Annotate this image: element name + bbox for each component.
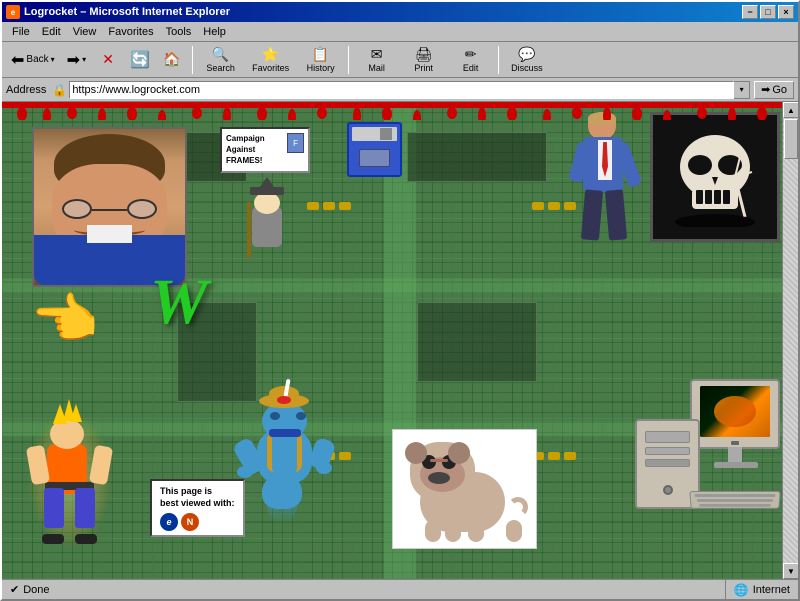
history-icon: 📋	[312, 46, 329, 63]
computer-image	[635, 379, 780, 509]
internet-zone-icon: 🌐	[734, 583, 749, 597]
stop-button[interactable]: ✕	[93, 46, 123, 74]
favorites-label: Favorites	[252, 63, 289, 73]
scroll-down-button[interactable]: ▼	[783, 563, 798, 579]
address-dropdown-button[interactable]: ▾	[734, 81, 750, 99]
bill-gates-photo	[32, 127, 187, 287]
window-controls: − □ ×	[742, 5, 794, 19]
businessman-figure	[578, 112, 633, 242]
go-button[interactable]: ➡ Go	[754, 81, 794, 99]
menu-bar: File Edit View Favorites Tools Help	[2, 22, 798, 42]
w-letter: W	[150, 266, 208, 338]
mail-label: Mail	[368, 63, 385, 73]
window-title: Logrocket – Microsoft Internet Explorer	[24, 6, 742, 18]
address-input[interactable]	[69, 81, 734, 99]
history-label: History	[307, 63, 335, 73]
status-done-label: Done	[23, 584, 49, 596]
campaign-subtitle: FRAMES!	[226, 155, 284, 166]
favorites-icon: ⭐	[262, 46, 279, 63]
search-label: Search	[206, 63, 235, 73]
search-icon: 🔍	[212, 46, 229, 63]
vertical-scrollbar[interactable]: ▲ ▼	[782, 102, 798, 579]
pointing-hand-icon: 👉	[32, 287, 100, 352]
title-bar: e Logrocket – Microsoft Internet Explore…	[2, 2, 798, 22]
menu-edit[interactable]: Edit	[36, 24, 67, 40]
print-icon: 🖨	[415, 46, 433, 63]
toolbar-separator-2	[348, 46, 349, 74]
address-bar: Address 🔒 ▾ ➡ Go	[2, 78, 798, 102]
content-area: Campaign Against FRAMES! F	[2, 102, 798, 579]
edit-button[interactable]: ✏ Edit	[448, 46, 493, 74]
pointing-hand-image: 👉	[32, 287, 100, 352]
back-label: Back	[26, 54, 48, 65]
green-w-letter: W	[150, 270, 208, 335]
menu-help[interactable]: Help	[197, 24, 232, 40]
back-icon: ⬅	[11, 50, 24, 70]
search-button[interactable]: 🔍 Search	[198, 46, 243, 74]
status-text: ✔ Done	[2, 580, 726, 599]
viewed-with-badge: This page is best viewed with: e N	[150, 479, 245, 537]
dbz-character	[32, 414, 107, 544]
toolbar-separator-1	[192, 46, 193, 74]
go-label: Go	[772, 84, 787, 96]
campaign-against-frames: Campaign Against FRAMES! F	[220, 127, 310, 173]
menu-tools[interactable]: Tools	[160, 24, 198, 40]
mail-icon: ✉	[371, 46, 383, 63]
forward-icon: ➡	[67, 50, 80, 70]
home-button[interactable]: 🏠	[157, 46, 187, 74]
scroll-thumb[interactable]	[784, 119, 798, 159]
skull-image	[650, 112, 780, 242]
address-label: Address	[6, 84, 46, 96]
window-icon: e	[6, 5, 20, 19]
print-button[interactable]: 🖨 Print	[401, 46, 446, 74]
maximize-button[interactable]: □	[760, 5, 776, 19]
forward-dropdown-arrow[interactable]: ▾	[82, 55, 86, 64]
scroll-up-button[interactable]: ▲	[783, 102, 798, 118]
campaign-title: Campaign Against	[226, 133, 284, 155]
favorites-button[interactable]: ⭐ Favorites	[245, 46, 296, 74]
genie-character	[247, 394, 327, 524]
menu-view[interactable]: View	[67, 24, 103, 40]
go-arrow-icon: ➡	[761, 83, 770, 96]
history-button[interactable]: 📋 History	[298, 46, 343, 74]
minimize-button[interactable]: −	[742, 5, 758, 19]
back-dropdown-arrow[interactable]: ▾	[51, 55, 55, 64]
viewed-line2: best viewed with:	[160, 497, 235, 510]
floppy-disk	[347, 122, 402, 177]
discuss-icon: 💬	[518, 46, 535, 63]
toolbar-separator-3	[498, 46, 499, 74]
edit-icon: ✏	[465, 46, 477, 63]
back-button[interactable]: ⬅ Back ▾	[6, 46, 60, 74]
print-label: Print	[414, 63, 433, 73]
page-icon: 🔒	[52, 83, 67, 97]
scroll-track[interactable]	[783, 118, 798, 563]
toolbar: ⬅ Back ▾ ➡ ▾ ✕ 🔄 🏠 🔍 Search ⭐ Favorites …	[2, 42, 798, 78]
discuss-label: Discuss	[511, 63, 543, 73]
discuss-button[interactable]: 💬 Discuss	[504, 46, 550, 74]
dog-image	[392, 429, 537, 549]
internet-zone-label: Internet	[753, 584, 790, 596]
mail-button[interactable]: ✉ Mail	[354, 46, 399, 74]
status-done-icon: ✔	[10, 583, 19, 596]
refresh-button[interactable]: 🔄	[125, 46, 155, 74]
forward-button[interactable]: ➡ ▾	[62, 46, 91, 74]
wizard-character	[242, 187, 292, 257]
browser-window: e Logrocket – Microsoft Internet Explore…	[0, 0, 800, 601]
menu-favorites[interactable]: Favorites	[102, 24, 159, 40]
viewed-line1: This page is	[160, 485, 235, 498]
close-button[interactable]: ×	[778, 5, 794, 19]
edit-label: Edit	[463, 63, 479, 73]
status-bar: ✔ Done 🌐 Internet	[2, 579, 798, 599]
status-zone: 🌐 Internet	[726, 583, 798, 597]
menu-file[interactable]: File	[6, 24, 36, 40]
